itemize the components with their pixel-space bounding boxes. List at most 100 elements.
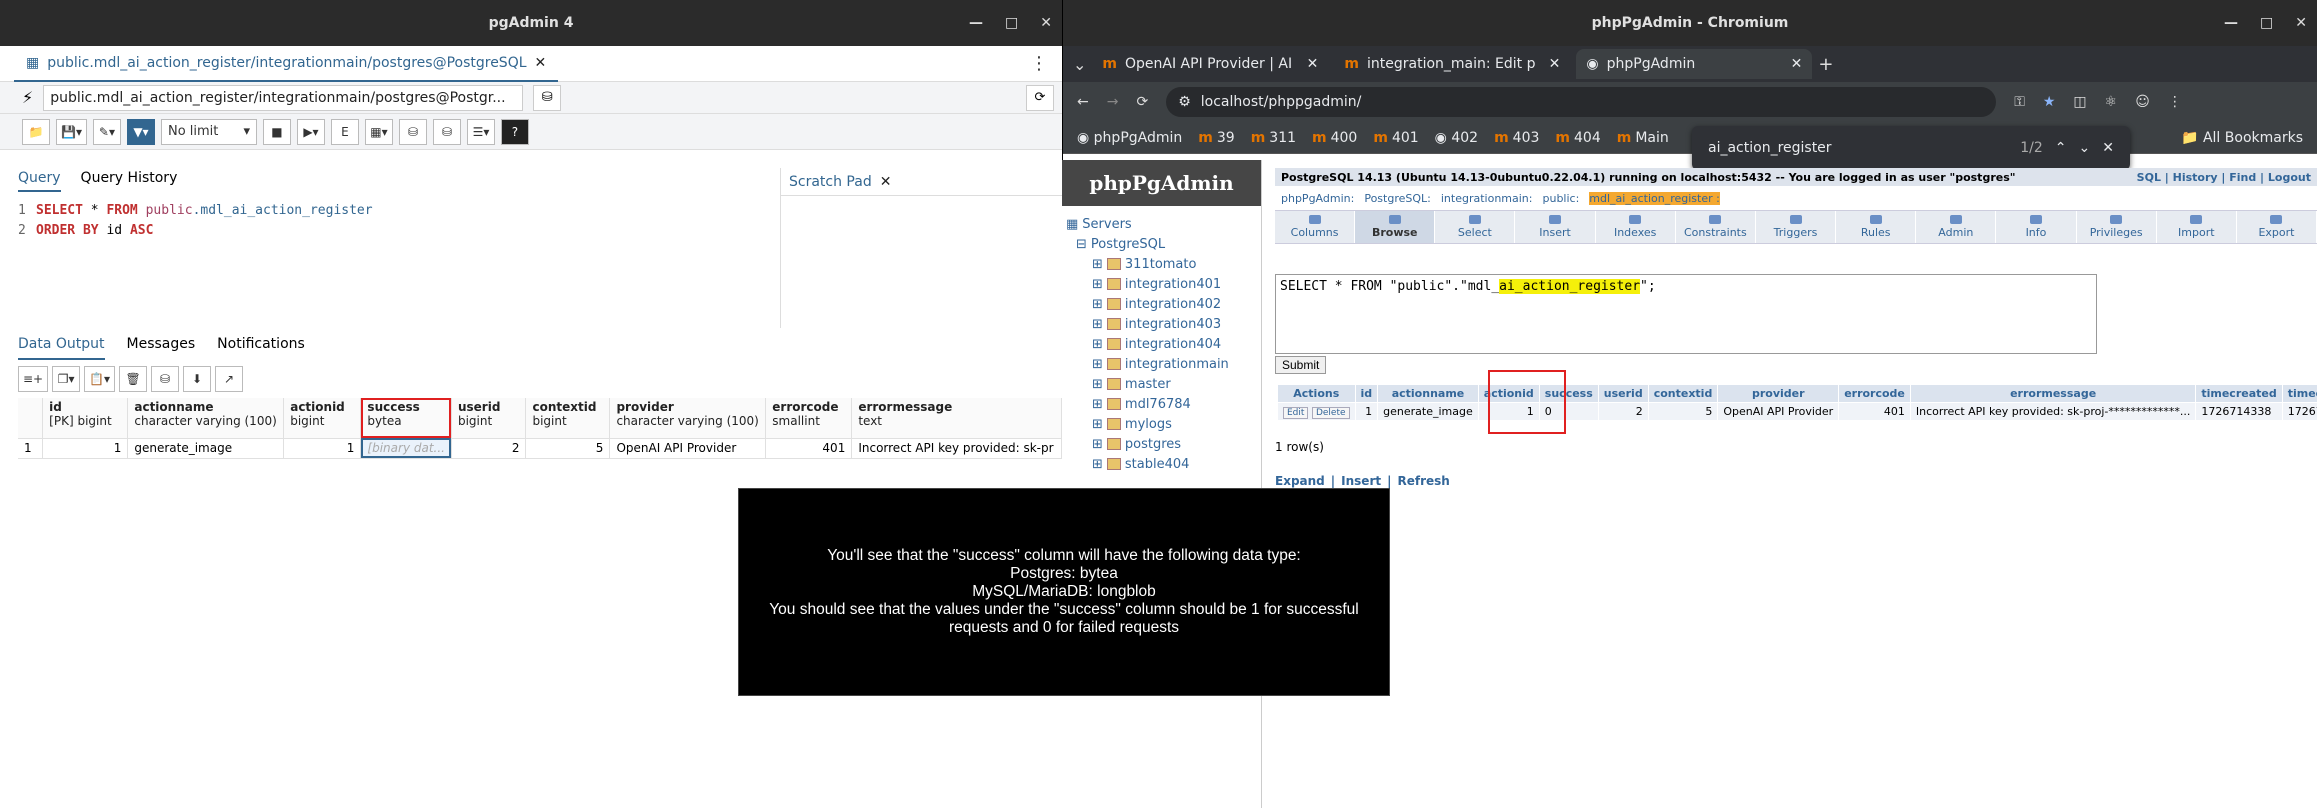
browser-tab[interactable]: m integration_main: Edit p ✕ (1334, 49, 1570, 79)
tree-item-database[interactable]: ⊞ mylogs (1062, 414, 1261, 434)
row-number[interactable]: 1 (18, 438, 44, 459)
cell-provider[interactable]: OpenAI API Provider (609, 438, 767, 459)
col-header-errorcode[interactable]: errorcode smallint (765, 398, 853, 439)
tab-notifications[interactable]: Notifications (217, 336, 305, 360)
find-previous-icon[interactable]: ⌃ (2055, 140, 2067, 156)
expand-link[interactable]: Expand (1275, 474, 1325, 488)
commit-icon[interactable]: ⛁ (398, 118, 427, 145)
col-header-errormessage[interactable]: errormessage (1909, 384, 2197, 403)
cell-actionname[interactable]: generate_image (127, 438, 285, 459)
col-header-userid[interactable]: userid bigint (451, 398, 527, 439)
expand-icon[interactable]: ⊞ (1092, 437, 1103, 452)
refresh-icon[interactable]: ⟳ (1026, 84, 1054, 111)
minimize-icon[interactable]: — (969, 15, 983, 31)
key-icon[interactable]: ⚿ (2014, 94, 2025, 110)
save-icon[interactable]: 💾▾ (56, 118, 87, 145)
submit-button[interactable]: Submit (1275, 356, 1327, 374)
labs-icon[interactable]: ⚛ (2105, 94, 2118, 110)
limit-select[interactable]: No limit ▾ (160, 118, 257, 145)
stop-icon[interactable]: ■ (262, 118, 291, 145)
col-header-provider[interactable]: provider (1717, 384, 1840, 403)
find-next-icon[interactable]: ⌄ (2079, 140, 2091, 156)
expand-icon[interactable]: ⊞ (1092, 317, 1103, 332)
tab-query[interactable]: Query (18, 170, 61, 192)
tab-insert[interactable]: Insert (1515, 211, 1596, 243)
close-tab-icon[interactable]: ✕ (1549, 56, 1561, 72)
bookmark-item[interactable]: ◉ 402 (1435, 130, 1478, 146)
breadcrumb-item[interactable]: phpPgAdmin: (1281, 192, 1354, 205)
paste-icon[interactable]: 📋▾ (84, 366, 116, 392)
breadcrumb-item[interactable]: integrationmain: (1441, 192, 1533, 205)
tab-columns[interactable]: Columns (1275, 211, 1356, 243)
extensions-icon[interactable]: ◫ (2073, 94, 2086, 110)
col-header-timecreated[interactable]: timecreated (2195, 384, 2283, 403)
browser-tab[interactable]: m OpenAI API Provider | AI ✕ (1092, 49, 1328, 79)
edit-icon[interactable]: ✎▾ (92, 118, 121, 145)
top-links[interactable]: SQL | History | Find | Logout (2137, 171, 2311, 184)
sql-editor[interactable]: 1 SELECT * FROM public .mdl_ai_action_regi… (18, 200, 778, 330)
collapse-icon[interactable]: ⊟ (1076, 237, 1087, 252)
sql-query-textarea[interactable]: SELECT * FROM "public"."mdl_ai_action_re… (1275, 274, 2097, 354)
macros-icon[interactable]: ☰▾ (466, 118, 495, 145)
query-tab[interactable]: ▦ public.mdl_ai_action_register/integrat… (14, 46, 559, 82)
cell-errormessage[interactable]: Incorrect API key provided: sk-pr (851, 438, 1062, 459)
star-icon[interactable]: ★ (2043, 94, 2056, 110)
bookmark-item[interactable]: m 400 (1312, 130, 1357, 146)
cell-id[interactable]: 1 (42, 438, 129, 459)
expand-icon[interactable]: ⊞ (1092, 417, 1103, 432)
col-header-contextid[interactable]: contextid (1647, 384, 1719, 403)
back-icon[interactable]: ← (1077, 94, 1089, 110)
tab-triggers[interactable]: Triggers (1756, 211, 1837, 243)
tab-browse[interactable]: Browse (1355, 211, 1436, 243)
insert-link[interactable]: Insert (1341, 474, 1381, 488)
cell-userid[interactable]: 2 (451, 438, 527, 459)
expand-icon[interactable]: ⊞ (1092, 377, 1103, 392)
tree-item-server[interactable]: ⊟ PostgreSQL (1062, 234, 1261, 254)
tab-constraints[interactable]: Constraints (1676, 211, 1756, 243)
tab-info[interactable]: Info (1996, 211, 2077, 243)
reload-icon[interactable]: ⟳ (1136, 94, 1148, 110)
expand-icon[interactable]: ⊞ (1092, 257, 1103, 272)
tab-import[interactable]: Import (2157, 211, 2237, 243)
bookmark-item[interactable]: m 311 (1251, 130, 1296, 146)
cell-actionid[interactable]: 1 (283, 438, 362, 459)
tree-item-database[interactable]: ⊞ mdl76784 (1062, 394, 1261, 414)
save-data-icon[interactable]: ⛁ (151, 366, 180, 392)
bookmark-item[interactable]: m 404 (1555, 130, 1600, 146)
more-options-icon[interactable]: ⋮ (1030, 53, 1048, 74)
all-bookmarks[interactable]: 📁 All Bookmarks (2181, 130, 2303, 146)
minimize-icon[interactable]: — (2224, 15, 2238, 31)
url-input[interactable]: ⚙ localhost/phppgadmin/ (1166, 87, 1997, 117)
col-header-success[interactable]: success bytea (360, 398, 452, 439)
explain-analyze-icon[interactable]: ▦▾ (364, 118, 393, 145)
find-close-icon[interactable]: ✕ (2102, 140, 2114, 156)
forward-icon[interactable]: → (1107, 94, 1119, 110)
refresh-link[interactable]: Refresh (1398, 474, 1450, 488)
expand-icon[interactable]: ⊞ (1092, 457, 1103, 472)
col-header-id[interactable]: id [PK] bigint (42, 398, 129, 439)
col-header-errormessage[interactable]: errormessage text (851, 398, 1062, 439)
tab-data-output[interactable]: Data Output (18, 336, 105, 360)
browser-tab-active[interactable]: ◉ phpPgAdmin ✕ (1576, 49, 1813, 79)
find-input[interactable]: ai_action_register (1708, 140, 2008, 156)
copy-icon[interactable]: ❐▾ (52, 366, 81, 392)
bookmark-item[interactable]: m 39 (1198, 130, 1234, 146)
close-tab-icon[interactable]: ✕ (535, 55, 547, 71)
breadcrumb-item[interactable]: public: (1542, 192, 1579, 205)
rollback-icon[interactable]: ⛁ (432, 118, 461, 145)
expand-icon[interactable]: ⊞ (1092, 277, 1103, 292)
maximize-icon[interactable]: □ (2260, 15, 2273, 31)
bookmark-item[interactable]: ◉ phpPgAdmin (1077, 130, 1182, 146)
breadcrumb-item[interactable]: mdl_ai_action_register : (1589, 191, 1720, 205)
col-header-id[interactable]: id (1354, 384, 1379, 403)
tree-item-database[interactable]: ⊞ integration404 (1062, 334, 1261, 354)
filter-icon[interactable]: ▼▾ (126, 118, 155, 145)
tab-privileges[interactable]: Privileges (2077, 211, 2157, 243)
col-header-actionid[interactable]: actionid bigint (283, 398, 362, 439)
add-row-icon[interactable]: ≡+ (18, 366, 49, 392)
tab-query-history[interactable]: Query History (81, 170, 178, 192)
download-icon[interactable]: ⬇ (183, 366, 212, 392)
tree-item-database[interactable]: ⊞ postgres (1062, 434, 1261, 454)
maximize-icon[interactable]: □ (1005, 15, 1018, 31)
cell-success[interactable]: [binary dat... (360, 438, 452, 459)
